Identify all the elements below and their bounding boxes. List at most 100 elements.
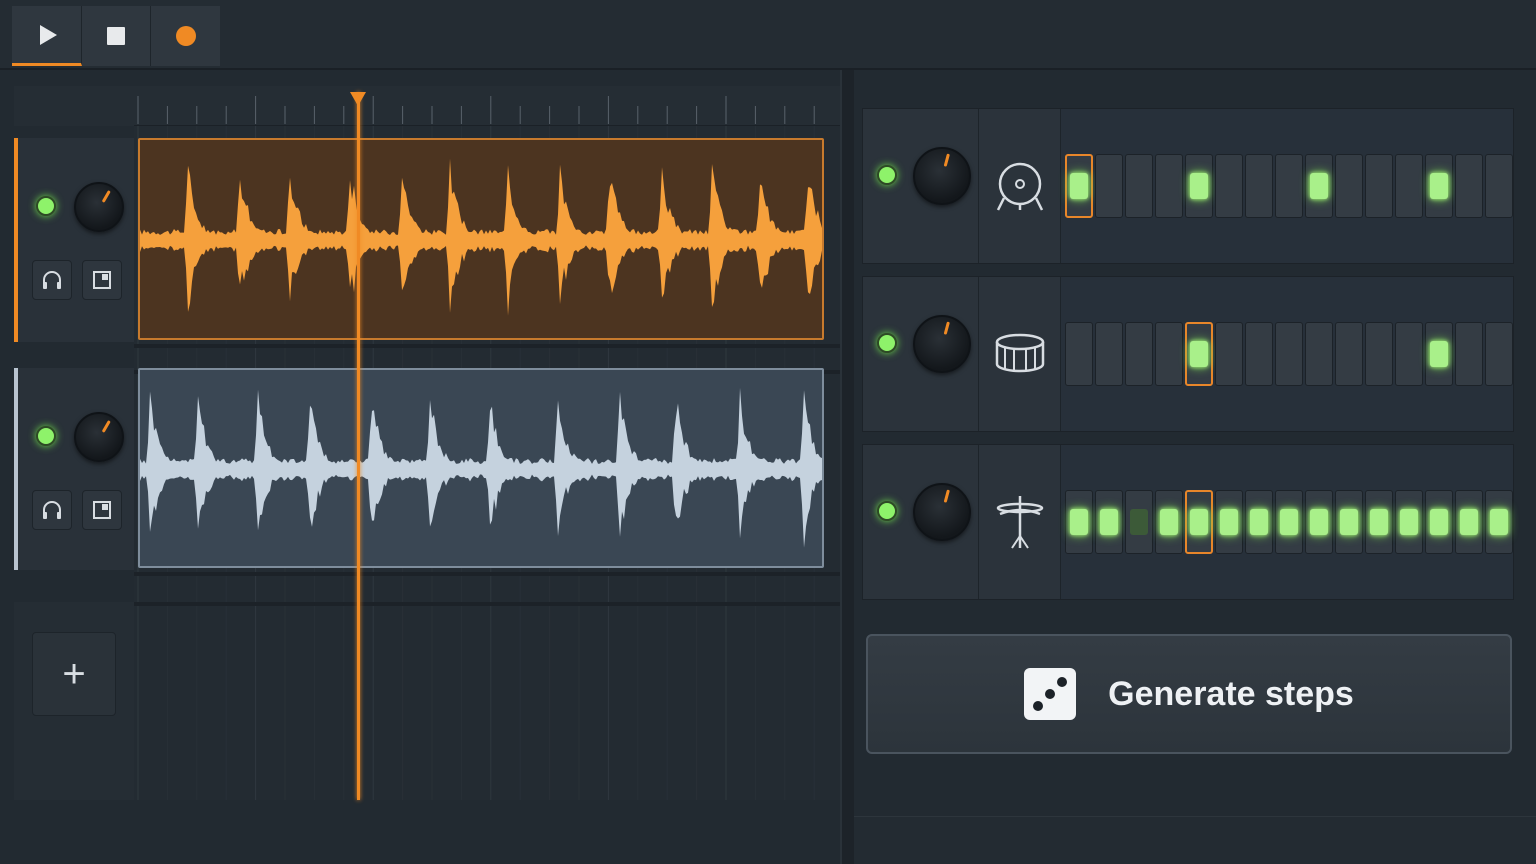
- step-lamp: [1250, 341, 1268, 367]
- add-track-label: +: [62, 651, 86, 696]
- step-15[interactable]: [1485, 154, 1513, 218]
- track-2-monitor-button[interactable]: [32, 490, 72, 530]
- snare-enable-led[interactable]: [877, 333, 897, 353]
- step-lamp: [1070, 173, 1088, 199]
- step-3[interactable]: [1125, 490, 1153, 554]
- seq-row-controls: [863, 277, 979, 431]
- step-11[interactable]: [1365, 322, 1393, 386]
- track-2-expand-button[interactable]: [82, 490, 122, 530]
- hihat-instrument[interactable]: [979, 445, 1061, 599]
- kick-volume-knob[interactable]: [913, 147, 971, 205]
- step-15[interactable]: [1485, 322, 1513, 386]
- step-lamp: [1460, 173, 1478, 199]
- step-2[interactable]: [1095, 322, 1123, 386]
- step-lamp: [1130, 509, 1148, 535]
- track-1-volume-knob[interactable]: [74, 182, 124, 232]
- snare-instrument[interactable]: [979, 277, 1061, 431]
- step-7[interactable]: [1245, 322, 1273, 386]
- step-4[interactable]: [1155, 490, 1183, 554]
- step-8[interactable]: [1275, 322, 1303, 386]
- step-6[interactable]: [1215, 490, 1243, 554]
- step-9[interactable]: [1305, 154, 1333, 218]
- step-5[interactable]: [1185, 154, 1213, 218]
- snare-steps: [1063, 277, 1513, 431]
- step-lamp: [1370, 509, 1388, 535]
- playhead-marker[interactable]: [350, 92, 366, 106]
- step-4[interactable]: [1155, 322, 1183, 386]
- stop-button[interactable]: [81, 6, 152, 66]
- step-13[interactable]: [1425, 490, 1453, 554]
- record-button[interactable]: [151, 6, 221, 66]
- expand-icon: [93, 501, 111, 519]
- generate-steps-label: Generate steps: [1108, 674, 1354, 713]
- timeline-ruler[interactable]: [134, 86, 840, 126]
- step-9[interactable]: [1305, 322, 1333, 386]
- step-lamp: [1190, 341, 1208, 367]
- step-3[interactable]: [1125, 322, 1153, 386]
- step-13[interactable]: [1425, 154, 1453, 218]
- step-3[interactable]: [1125, 154, 1153, 218]
- generate-steps-button[interactable]: Generate steps: [866, 634, 1512, 754]
- track-2-volume-knob[interactable]: [74, 412, 124, 462]
- step-lamp: [1400, 341, 1418, 367]
- step-lamp: [1340, 341, 1358, 367]
- step-4[interactable]: [1155, 154, 1183, 218]
- step-lamp: [1430, 509, 1448, 535]
- track-1-enable-led[interactable]: [36, 196, 56, 216]
- step-7[interactable]: [1245, 490, 1273, 554]
- kick-enable-led[interactable]: [877, 165, 897, 185]
- step-lamp: [1490, 173, 1508, 199]
- step-10[interactable]: [1335, 322, 1363, 386]
- add-track-button[interactable]: +: [32, 632, 116, 716]
- step-5[interactable]: [1185, 322, 1213, 386]
- step-6[interactable]: [1215, 322, 1243, 386]
- hihat-enable-led[interactable]: [877, 501, 897, 521]
- step-15[interactable]: [1485, 490, 1513, 554]
- waveform: [140, 387, 822, 548]
- seq-row-controls: [863, 445, 979, 599]
- step-6[interactable]: [1215, 154, 1243, 218]
- step-10[interactable]: [1335, 490, 1363, 554]
- step-8[interactable]: [1275, 490, 1303, 554]
- step-lamp: [1130, 173, 1148, 199]
- play-button[interactable]: [12, 6, 82, 66]
- step-11[interactable]: [1365, 154, 1393, 218]
- step-lamp: [1400, 509, 1418, 535]
- panel-divider[interactable]: [840, 70, 854, 864]
- step-lamp: [1430, 341, 1448, 367]
- step-13[interactable]: [1425, 322, 1453, 386]
- kick-instrument[interactable]: [979, 109, 1061, 263]
- step-11[interactable]: [1365, 490, 1393, 554]
- step-7[interactable]: [1245, 154, 1273, 218]
- track-1-monitor-button[interactable]: [32, 260, 72, 300]
- audio-clip-1[interactable]: [138, 138, 824, 340]
- step-14[interactable]: [1455, 490, 1483, 554]
- step-1[interactable]: [1065, 154, 1093, 218]
- step-12[interactable]: [1395, 154, 1423, 218]
- step-lamp: [1310, 341, 1328, 367]
- step-1[interactable]: [1065, 490, 1093, 554]
- play-icon: [39, 24, 57, 45]
- track-header-2: [14, 368, 134, 570]
- step-8[interactable]: [1275, 154, 1303, 218]
- step-2[interactable]: [1095, 154, 1123, 218]
- seq-row-kick: [862, 108, 1514, 264]
- step-2[interactable]: [1095, 490, 1123, 554]
- step-5[interactable]: [1185, 490, 1213, 554]
- step-lamp: [1310, 173, 1328, 199]
- hihat-volume-knob[interactable]: [913, 483, 971, 541]
- snare-volume-knob[interactable]: [913, 315, 971, 373]
- record-icon: [175, 26, 196, 46]
- track-2-enable-led[interactable]: [36, 426, 56, 446]
- step-12[interactable]: [1395, 322, 1423, 386]
- step-10[interactable]: [1335, 154, 1363, 218]
- step-14[interactable]: [1455, 322, 1483, 386]
- step-1[interactable]: [1065, 322, 1093, 386]
- step-9[interactable]: [1305, 490, 1333, 554]
- seq-row-controls: [863, 109, 979, 263]
- audio-clip-2[interactable]: [138, 368, 824, 568]
- step-14[interactable]: [1455, 154, 1483, 218]
- playhead[interactable]: [357, 92, 360, 800]
- step-12[interactable]: [1395, 490, 1423, 554]
- track-1-expand-button[interactable]: [82, 260, 122, 300]
